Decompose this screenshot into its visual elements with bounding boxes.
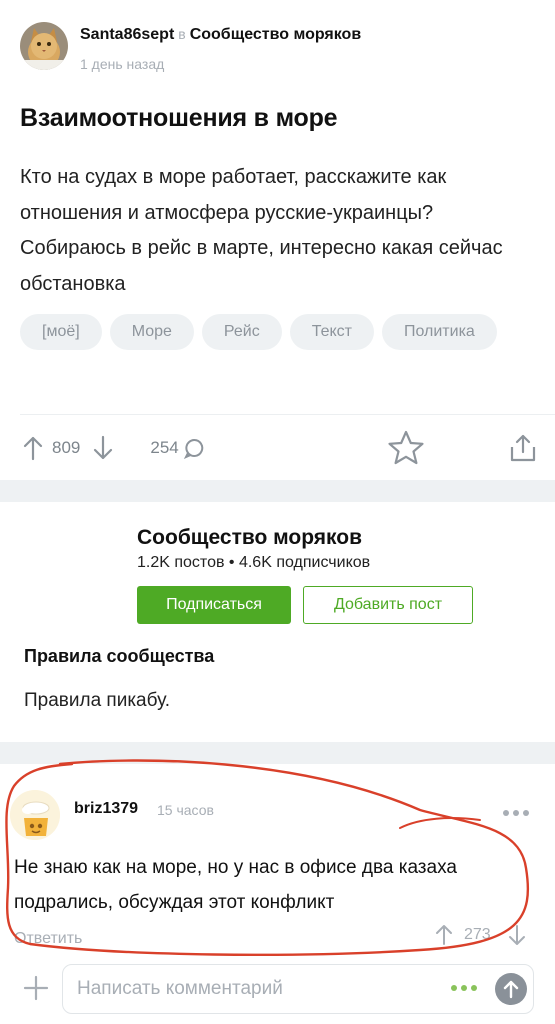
- send-button[interactable]: [495, 973, 527, 1005]
- comment-input-placeholder: Написать комментарий: [77, 978, 283, 999]
- send-arrow-icon: [503, 980, 519, 999]
- in-word: в: [178, 26, 186, 42]
- plus-icon[interactable]: [22, 974, 50, 1002]
- star-icon: [388, 430, 424, 465]
- post-actions: 809 254: [22, 428, 537, 468]
- post-title[interactable]: Взаимоотношения в море: [20, 104, 338, 133]
- upvote-icon[interactable]: [434, 924, 454, 946]
- comment-input[interactable]: Написать комментарий: [62, 964, 534, 1014]
- post-rating: 809: [52, 438, 81, 457]
- post-time: 1 день назад: [80, 56, 165, 72]
- section-separator: [0, 480, 555, 502]
- share-icon: [510, 434, 536, 462]
- author-name[interactable]: Santa86sept: [80, 26, 174, 43]
- community-card: Сообщество моряков 1.2K постов • 4.6K по…: [0, 502, 555, 742]
- rules-title: Правила сообщества: [24, 646, 215, 666]
- reply-button[interactable]: Ответить: [14, 930, 82, 948]
- comments-count: 254: [150, 438, 179, 457]
- post-header: Santa86sept в Сообщество моряков 1 день на…: [20, 22, 361, 72]
- upvote-button[interactable]: [22, 435, 44, 461]
- tag-item[interactable]: Море: [109, 314, 194, 350]
- comments-button[interactable]: 254: [150, 437, 204, 459]
- divider: [20, 414, 555, 415]
- tag-item[interactable]: Политика: [381, 314, 497, 350]
- downvote-icon: [94, 435, 113, 460]
- tag-item[interactable]: [моё]: [20, 314, 102, 350]
- comment-rating: 273: [464, 926, 491, 943]
- comment-author[interactable]: briz1379: [74, 800, 138, 818]
- comment-time: 15 часов: [157, 802, 214, 818]
- tag-list: [моё] Море Рейс Текст Политика: [20, 314, 540, 350]
- tag-item[interactable]: Рейс: [201, 314, 282, 350]
- tag-item[interactable]: Текст: [289, 314, 374, 350]
- downvote-icon[interactable]: [507, 924, 527, 946]
- share-button[interactable]: [509, 433, 537, 463]
- community-link[interactable]: Сообщество моряков: [190, 26, 361, 43]
- more-dots-icon[interactable]: [503, 810, 529, 816]
- comment-bubble-icon: [183, 438, 203, 459]
- rules-text: Правила пикабу.: [24, 690, 170, 711]
- save-button[interactable]: [387, 430, 425, 466]
- author-avatar[interactable]: [20, 22, 68, 70]
- subscribe-button[interactable]: Подписаться: [137, 586, 291, 624]
- community-stats: 1.2K постов • 4.6K подписчиков: [137, 554, 371, 571]
- comment-item: briz1379 15 часов Не знаю как на море, н…: [0, 764, 555, 960]
- comment-text: Не знаю как на море, но у нас в офисе дв…: [14, 857, 457, 913]
- more-dots-icon[interactable]: [451, 985, 477, 991]
- section-separator: [0, 742, 555, 764]
- upvote-icon: [23, 436, 43, 461]
- comment-avatar[interactable]: [10, 790, 60, 840]
- add-post-button[interactable]: Добавить пост: [303, 586, 473, 624]
- post-body: Кто на судах в море работает, расскажите…: [20, 166, 503, 295]
- downvote-button[interactable]: [92, 435, 114, 461]
- post-meta: Santa86sept в Сообщество моряков: [80, 26, 361, 44]
- community-name[interactable]: Сообщество моряков: [137, 526, 362, 550]
- comment-votes: 273: [434, 924, 527, 946]
- comment-composer: Написать комментарий: [0, 960, 555, 1024]
